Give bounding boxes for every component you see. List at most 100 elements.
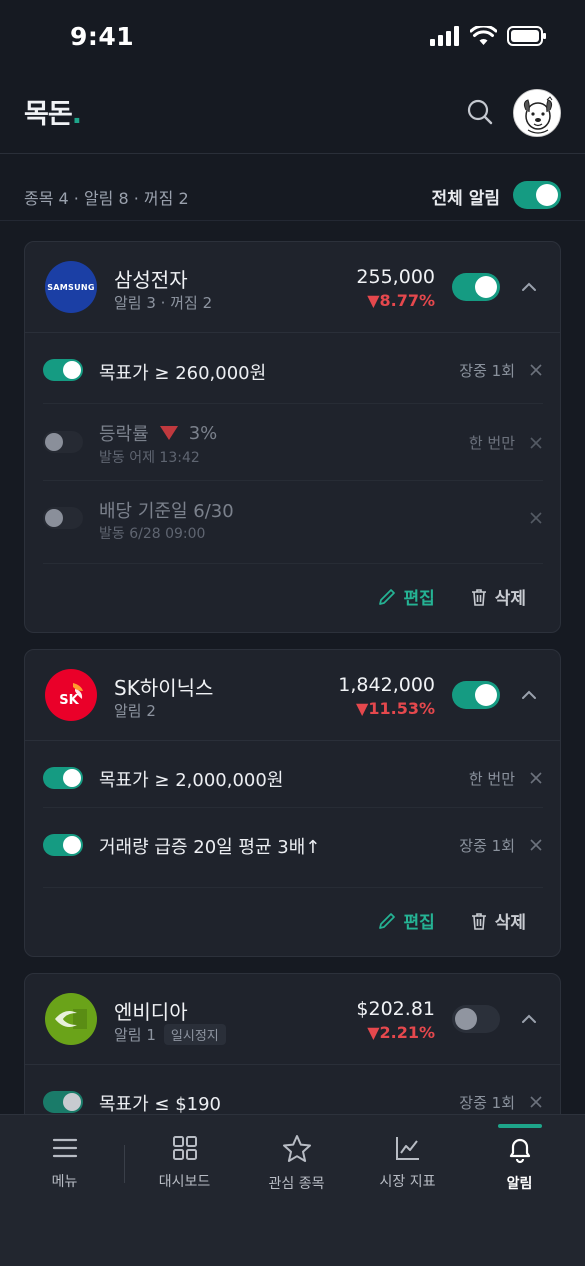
alert-toggle[interactable]	[43, 359, 83, 381]
stock-card-samsung: SAMSUNG 삼성전자 알림 3 · 꺼짐 2 255,000 ▼8.77% …	[24, 241, 561, 633]
toggle-knob	[45, 509, 63, 527]
alert-title: 목표가 ≥ 260,000원	[99, 363, 267, 384]
toggle-knob	[455, 1008, 477, 1030]
chevron-up-icon[interactable]	[520, 278, 538, 296]
trash-icon	[471, 588, 486, 606]
wifi-icon	[470, 26, 497, 45]
nav-item-dashboard[interactable]: 대시보드	[126, 1115, 243, 1215]
bell-icon	[509, 1138, 530, 1164]
stock-change: ▼11.53%	[356, 699, 435, 718]
bottom-nav: 메뉴 대시보드 관심 종목 시장 지표 알림	[0, 1114, 585, 1266]
alert-toggle[interactable]	[43, 834, 83, 856]
menu-icon	[52, 1138, 77, 1158]
battery-icon	[507, 26, 546, 46]
skhynix-logo: SK	[45, 669, 97, 721]
summary-counts: 종목 4 · 알림 8 · 꺼짐 2	[24, 189, 189, 208]
all-alerts-toggle[interactable]	[513, 181, 561, 209]
edit-button[interactable]: 편집	[377, 584, 435, 609]
alert-row: 거래량 급증 20일 평균 3배↑ 장중 1회	[43, 808, 543, 888]
alert-title: 목표가 ≤ $190	[99, 1094, 222, 1115]
close-icon[interactable]	[529, 1095, 543, 1109]
stock-alert-count: 알림 3 · 꺼짐 2	[114, 294, 213, 312]
toggle-knob	[63, 769, 81, 787]
dog-avatar-icon	[514, 90, 560, 136]
pencil-icon	[379, 912, 396, 929]
close-icon[interactable]	[529, 838, 543, 852]
chevron-up-icon[interactable]	[520, 686, 538, 704]
close-icon[interactable]	[529, 436, 543, 450]
pencil-icon	[379, 588, 396, 605]
nav-item-market[interactable]: 시장 지표	[349, 1115, 466, 1215]
stock-change: ▼8.77%	[367, 291, 435, 310]
stock-name: 엔비디아	[114, 1000, 188, 1024]
all-alerts-label: 전체 알림	[431, 189, 500, 209]
alert-trigger-time: 발동 6/28 09:00	[99, 526, 206, 542]
alert-toggle[interactable]	[43, 767, 83, 789]
trash-icon	[471, 912, 486, 930]
user-avatar[interactable]	[513, 89, 561, 137]
alert-row: 등락률 3% 발동 어제 13:42 한 번만	[43, 404, 543, 481]
nav-item-menu[interactable]: 메뉴	[6, 1115, 123, 1215]
stock-name: 삼성전자	[114, 268, 188, 292]
alert-frequency: 한 번만	[468, 770, 515, 788]
alert-row: 목표가 ≥ 260,000원 장중 1회	[43, 333, 543, 404]
status-bar: 9:41	[0, 0, 585, 76]
alert-title: 목표가 ≥ 2,000,000원	[99, 770, 284, 791]
close-icon[interactable]	[529, 363, 543, 377]
close-icon[interactable]	[529, 771, 543, 785]
toggle-knob	[536, 184, 558, 206]
stock-card-header[interactable]: SK SK하이닉스 알림 2 1,842,000 ▼11.53%	[25, 650, 560, 741]
close-icon[interactable]	[529, 511, 543, 525]
app-logo[interactable]: 목돈.	[24, 92, 82, 131]
triangle-down-icon	[159, 426, 178, 440]
alert-title: 거래량 급증 20일 평균 3배↑	[99, 837, 321, 858]
alert-title: 등락률 3%	[99, 422, 218, 446]
alert-toggle[interactable]	[43, 507, 83, 529]
nav-divider	[124, 1145, 125, 1183]
delete-button[interactable]: 삭제	[469, 584, 526, 609]
alert-frequency: 장중 1회	[459, 837, 515, 855]
nvidia-logo	[45, 993, 97, 1045]
chart-line-icon	[395, 1137, 419, 1160]
stock-alert-toggle[interactable]	[452, 1005, 500, 1033]
edit-button[interactable]: 편집	[377, 908, 435, 933]
stock-price: 1,842,000	[338, 674, 435, 696]
stock-change: ▼2.21%	[367, 1023, 435, 1042]
stock-card-skhynix: SK SK하이닉스 알림 2 1,842,000 ▼11.53% 목표가 ≥ 2…	[24, 649, 561, 957]
alert-row: 목표가 ≥ 2,000,000원 한 번만	[43, 741, 543, 808]
summary-bar: 종목 4 · 알림 8 · 꺼짐 2 전체 알림	[0, 155, 585, 221]
stock-name: SK하이닉스	[114, 676, 214, 700]
nav-item-watchlist[interactable]: 관심 종목	[238, 1115, 355, 1215]
stock-card-header[interactable]: 엔비디아 알림 1 일시정지 $202.81 ▼2.21%	[25, 974, 560, 1065]
search-button[interactable]	[466, 98, 494, 126]
stock-price: 255,000	[356, 266, 435, 288]
status-time: 9:41	[70, 22, 135, 51]
chevron-up-icon[interactable]	[520, 1010, 538, 1028]
nvidia-eye-icon	[55, 1009, 87, 1029]
alert-trigger-time: 발동 어제 13:42	[99, 450, 200, 466]
alert-toggle[interactable]	[43, 431, 83, 453]
paused-badge: 일시정지	[163, 1024, 226, 1045]
stock-alert-toggle[interactable]	[452, 273, 500, 301]
toggle-knob	[63, 836, 81, 854]
app-header: 목돈.	[0, 76, 585, 154]
stock-card-header[interactable]: SAMSUNG 삼성전자 알림 3 · 꺼짐 2 255,000 ▼8.77%	[25, 242, 560, 333]
alert-toggle[interactable]	[43, 1091, 83, 1113]
alert-row: 배당 기준일 6/30 발동 6/28 09:00	[43, 481, 543, 564]
alert-title: 배당 기준일 6/30	[99, 501, 234, 522]
star-icon	[282, 1135, 311, 1162]
toggle-knob	[475, 276, 497, 298]
delete-button[interactable]: 삭제	[469, 908, 526, 933]
samsung-logo: SAMSUNG	[45, 261, 97, 313]
toggle-knob	[45, 433, 63, 451]
stock-alert-count: 알림 2	[114, 702, 156, 720]
toggle-knob	[475, 684, 497, 706]
dashboard-grid-icon	[172, 1136, 197, 1160]
alert-frequency: 한 번만	[468, 434, 515, 452]
nav-item-alerts[interactable]: 알림	[461, 1115, 578, 1215]
card-actions: 편집 삭제	[377, 584, 560, 609]
stock-alert-toggle[interactable]	[452, 681, 500, 709]
alert-frequency: 장중 1회	[459, 1094, 515, 1112]
toggle-knob	[63, 1093, 81, 1111]
stock-alert-count: 알림 1 일시정지	[114, 1024, 226, 1045]
